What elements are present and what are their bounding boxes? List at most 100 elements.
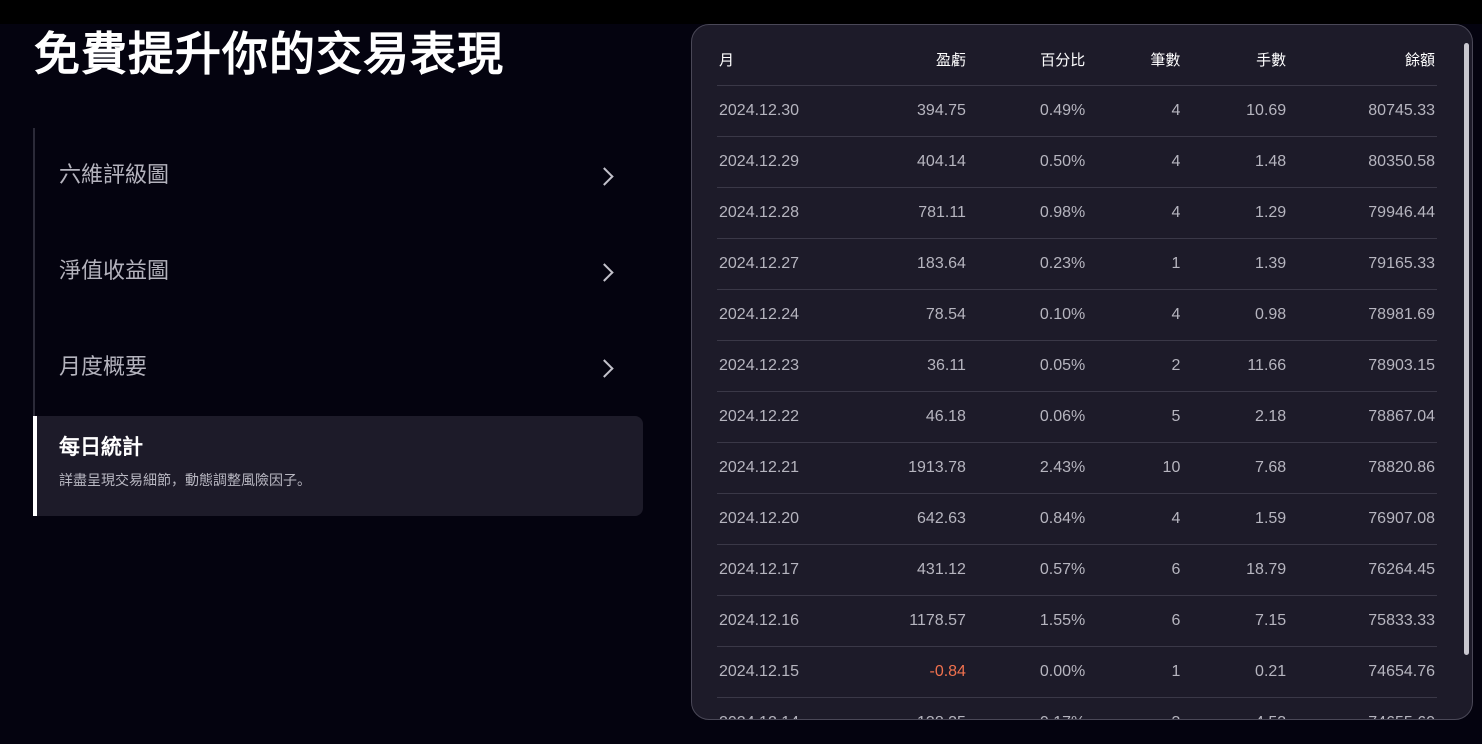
- table-cell: 79165.33: [1288, 238, 1437, 290]
- table-cell: 1913.78: [847, 442, 968, 494]
- table-cell: 7.68: [1182, 442, 1289, 494]
- table-body: 2024.12.30 394.75 0.49% 4 10.69 80745.33 2024.…: [717, 85, 1437, 719]
- table-cell: 78.54: [847, 289, 968, 341]
- table-cell: 781.11: [847, 187, 968, 239]
- table-cell: 1178.57: [847, 595, 968, 647]
- menu-item-equity-curve[interactable]: 淨值收益圖: [33, 224, 643, 320]
- column-header: 手數: [1182, 49, 1289, 86]
- table-row: 2024.12.16 1178.57 1.55% 6 7.15 75833.33: [717, 595, 1437, 647]
- table-cell: 46.18: [847, 391, 968, 443]
- table-cell: 2024.12.29: [717, 136, 848, 188]
- table-row: 2024.12.20 642.63 0.84% 4 1.59 76907.08: [717, 493, 1437, 545]
- active-indicator: [33, 416, 37, 516]
- table-cell: 1: [1087, 646, 1183, 698]
- table-cell: 2: [1087, 340, 1183, 392]
- table-cell: 0.00%: [967, 646, 1088, 698]
- column-header: 筆數: [1087, 49, 1183, 86]
- table-row: 2024.12.29 404.14 0.50% 4 1.48 80350.58: [717, 136, 1437, 188]
- table-cell: 431.12: [847, 544, 968, 596]
- table-cell: 2024.12.14: [717, 697, 848, 719]
- table-cell: 80350.58: [1288, 136, 1437, 188]
- table-row: 2024.12.23 36.11 0.05% 2 11.66 78903.15: [717, 340, 1437, 392]
- table-cell: 642.63: [847, 493, 968, 545]
- table-cell: 2.43%: [967, 442, 1088, 494]
- table-cell: 78903.15: [1288, 340, 1437, 392]
- table-cell: 36.11: [847, 340, 968, 392]
- table-cell: 74654.76: [1288, 646, 1437, 698]
- column-header: 盈虧: [847, 49, 968, 86]
- table-cell: 7.15: [1182, 595, 1289, 647]
- table-cell: 6: [1087, 544, 1183, 596]
- table-row: 2024.12.17 431.12 0.57% 6 18.79 76264.45: [717, 544, 1437, 596]
- table-cell: 4: [1087, 289, 1183, 341]
- table-cell: 0.05%: [967, 340, 1088, 392]
- table-row: 2024.12.27 183.64 0.23% 1 1.39 79165.33: [717, 238, 1437, 290]
- table-cell: 4: [1087, 187, 1183, 239]
- column-header: 百分比: [967, 49, 1088, 86]
- table-cell: 10.69: [1182, 85, 1289, 137]
- table-header-row: 月盈虧 百分比 筆數 手數 餘額: [717, 49, 1437, 86]
- table-cell: 0.84%: [967, 493, 1088, 545]
- table-cell: 1.59: [1182, 493, 1289, 545]
- table-cell: 4: [1087, 85, 1183, 137]
- table-cell: 2024.12.23: [717, 340, 848, 392]
- table-cell: 2024.12.22: [717, 391, 848, 443]
- table-cell: 0.17%: [967, 697, 1088, 719]
- table-cell: 74655.60: [1288, 697, 1437, 719]
- table-cell: 1.39: [1182, 238, 1289, 290]
- table-cell: 138.35: [847, 697, 968, 719]
- table-cell: 4.53: [1182, 697, 1289, 719]
- table-cell: 2024.12.28: [717, 187, 848, 239]
- table-cell: 0.10%: [967, 289, 1088, 341]
- column-header: 餘額: [1288, 49, 1437, 86]
- menu-item-monthly-summary[interactable]: 月度概要: [33, 320, 643, 416]
- table-cell: 75833.33: [1288, 595, 1437, 647]
- table-cell: 2.18: [1182, 391, 1289, 443]
- table-cell: 78867.04: [1288, 391, 1437, 443]
- table-cell: 0.98%: [967, 187, 1088, 239]
- table-cell: 1: [1087, 238, 1183, 290]
- table-cell: 0.06%: [967, 391, 1088, 443]
- table-cell: 80745.33: [1288, 85, 1437, 137]
- table-row: 2024.12.24 78.54 0.10% 4 0.98 78981.69: [717, 289, 1437, 341]
- menu-item-six-dimension-chart[interactable]: 六維評級圖: [33, 128, 643, 224]
- table-row: 2024.12.30 394.75 0.49% 4 10.69 80745.33: [717, 85, 1437, 137]
- menu-item-daily-stats[interactable]: 每日統計 詳盡呈現交易細節，動態調整風險因子。: [33, 416, 643, 516]
- page-title: 免費提升你的交易表現: [34, 27, 504, 81]
- table-cell: 79946.44: [1288, 187, 1437, 239]
- table-cell: 0.98: [1182, 289, 1289, 341]
- table-cell: 18.79: [1182, 544, 1289, 596]
- table-cell: 1.48: [1182, 136, 1289, 188]
- table-cell: 0.50%: [967, 136, 1088, 188]
- table-cell: 3: [1087, 697, 1183, 719]
- table-cell: 78820.86: [1288, 442, 1437, 494]
- table-cell: 6: [1087, 595, 1183, 647]
- vertical-scrollbar[interactable]: [1464, 43, 1469, 655]
- table-cell: 2024.12.20: [717, 493, 848, 545]
- menu-item-label: 淨值收益圖: [59, 259, 170, 284]
- column-header: 月: [717, 49, 848, 86]
- table-cell: 2024.12.30: [717, 85, 848, 137]
- table-row: 2024.12.22 46.18 0.06% 5 2.18 78867.04: [717, 391, 1437, 443]
- table-row: 2024.12.28 781.11 0.98% 4 1.29 79946.44: [717, 187, 1437, 239]
- table-cell: 404.14: [847, 136, 968, 188]
- daily-stats-panel: 月盈虧 百分比 筆數 手數 餘額 2024.12.30 394.75 0.49% 4 10.69…: [691, 24, 1473, 720]
- table-cell: 2024.12.27: [717, 238, 848, 290]
- top-bar: [0, 0, 1482, 24]
- table-cell: 2024.12.15: [717, 646, 848, 698]
- table-cell: 2024.12.16: [717, 595, 848, 647]
- table-cell: 1.29: [1182, 187, 1289, 239]
- table-cell: -0.84: [847, 646, 968, 698]
- table-cell: 394.75: [847, 85, 968, 137]
- menu-item-label: 月度概要: [59, 355, 148, 380]
- menu-item-label: 六維評級圖: [59, 163, 170, 188]
- table-row: 2024.12.14138.350.17%34.5374655.60: [717, 697, 1437, 719]
- chevron-right-icon: [595, 166, 614, 186]
- daily-stats-table-container[interactable]: 月盈虧 百分比 筆數 手數 餘額 2024.12.30 394.75 0.49% 4 10.69…: [717, 49, 1437, 719]
- daily-stats-table: 月盈虧 百分比 筆數 手數 餘額 2024.12.30 394.75 0.49% 4 10.69…: [717, 49, 1437, 719]
- table-cell: 0.23%: [967, 238, 1088, 290]
- table-cell: 4: [1087, 493, 1183, 545]
- table-cell: 0.57%: [967, 544, 1088, 596]
- table-cell: 2024.12.21: [717, 442, 848, 494]
- table-cell: 183.64: [847, 238, 968, 290]
